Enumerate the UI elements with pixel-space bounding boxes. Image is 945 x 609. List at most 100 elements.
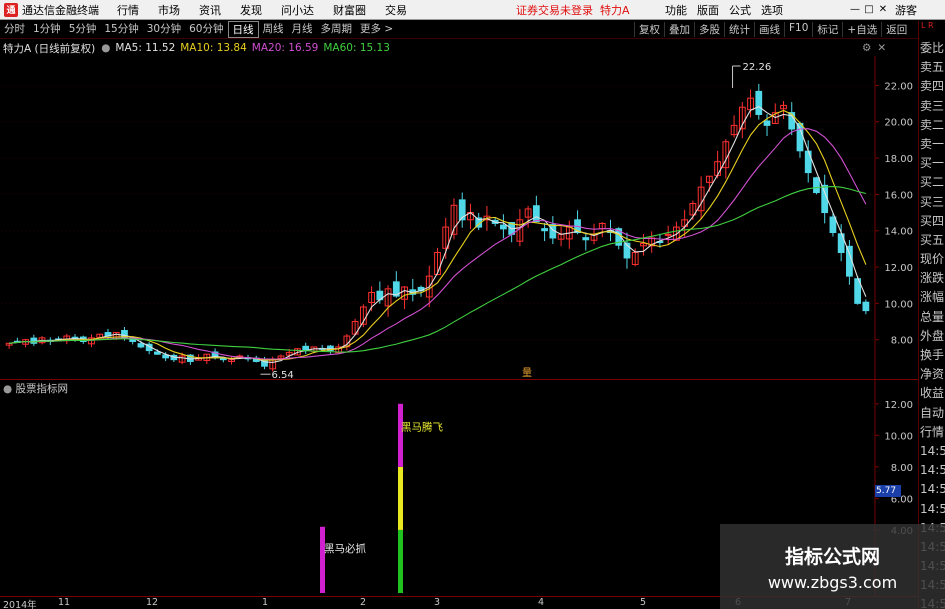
candle-body	[664, 233, 672, 236]
signal-bar-segment	[398, 529, 403, 593]
quote-field-item[interactable]: 14:50	[919, 480, 945, 499]
tool-statistics[interactable]: 统计	[724, 22, 754, 37]
quote-field-item[interactable]: 14:50	[919, 500, 945, 519]
kline-ma-lines	[9, 105, 867, 363]
signal-bar-segment	[320, 526, 325, 593]
menu-item-ask[interactable]: 问小达	[281, 2, 314, 18]
time-tick: 2	[360, 597, 367, 608]
note-marker: 量	[522, 367, 532, 379]
quote-field-item[interactable]: 收益	[919, 384, 945, 403]
guest-login[interactable]: 游客	[895, 2, 917, 18]
tool-draw-line[interactable]: 画线	[754, 22, 784, 37]
window-controls: — □ ✕	[848, 4, 890, 15]
menu-item-wealth[interactable]: 财富圈	[333, 2, 366, 18]
quote-field-item[interactable]: 买三	[919, 193, 945, 212]
quote-field-item[interactable]: 行情	[919, 423, 945, 442]
candle-body	[541, 228, 548, 232]
signal-bar-segment	[398, 466, 403, 530]
period-tab-intraday[interactable]: 分时	[0, 21, 29, 38]
tool-back[interactable]: 返回	[881, 22, 911, 37]
menu-item-news[interactable]: 资讯	[199, 2, 221, 18]
period-tab-15min[interactable]: 15分钟	[100, 21, 142, 38]
quote-field-item[interactable]: 14:50	[919, 442, 945, 461]
close-icon[interactable]: ✕	[876, 4, 890, 15]
quote-field-item[interactable]: 卖五	[919, 58, 945, 77]
kline-annotations: 22.26 6.54 量	[260, 62, 771, 380]
candle-body	[500, 224, 507, 230]
minimize-icon[interactable]: —	[848, 4, 862, 15]
tool-multi-stock[interactable]: 多股	[694, 22, 724, 37]
app-name: 通达信金融终端	[22, 3, 99, 17]
period-tab-5min[interactable]: 5分钟	[65, 21, 101, 38]
candle-body	[532, 205, 540, 223]
menu-item-market[interactable]: 市场	[158, 2, 180, 18]
close-chart-icon[interactable]: ✕	[877, 42, 886, 54]
login-status: 证券交易未登录 特力A	[516, 3, 630, 17]
quote-field-item[interactable]: 14:50	[919, 461, 945, 480]
settings-gear-icon[interactable]: ⚙	[862, 42, 871, 54]
period-tab-1min[interactable]: 1分钟	[29, 21, 65, 38]
candle-body	[582, 237, 590, 241]
menu-item-formula[interactable]: 公式	[729, 2, 751, 18]
quote-field-item[interactable]: 涨幅	[919, 288, 945, 307]
time-tick: 12	[146, 597, 159, 608]
quote-field-item[interactable]: 卖二	[919, 116, 945, 135]
quote-field-item[interactable]: 外盘	[919, 327, 945, 346]
period-tab-60min[interactable]: 60分钟	[185, 21, 227, 38]
time-tick: 1	[262, 597, 269, 608]
menu-item-options[interactable]: 选项	[761, 2, 783, 18]
candle-body	[813, 177, 820, 194]
period-tab-monthly[interactable]: 月线	[288, 21, 317, 38]
tool-f10[interactable]: F10	[784, 22, 812, 37]
maximize-icon[interactable]: □	[862, 4, 876, 15]
tool-restore-rights[interactable]: 复权	[634, 22, 664, 37]
menu-item-layout[interactable]: 版面	[697, 2, 719, 18]
quote-field-item[interactable]: 卖四	[919, 77, 945, 96]
sub-y-tick-label: 12.00	[884, 400, 913, 411]
period-tab-more[interactable]: 更多 >	[356, 21, 397, 38]
period-tab-30min[interactable]: 30分钟	[143, 21, 185, 38]
watermark-url: www.zbgs3.com	[767, 573, 898, 592]
period-tab-weekly[interactable]: 周线	[259, 21, 288, 38]
title-bar: 通 通达信金融终端 行情 市场 资讯 发现 问小达 财富圈 交易 证券交易未登录…	[0, 0, 945, 20]
quote-field-item[interactable]: 换手	[919, 346, 945, 365]
menu-item-function[interactable]: 功能	[665, 2, 687, 18]
ma20-label: MA20: 16.59	[251, 42, 319, 54]
quote-field-item[interactable]: 委比	[919, 39, 945, 58]
period-tab-multi[interactable]: 多周期	[317, 21, 357, 38]
watermark-title: 指标公式网	[784, 546, 880, 568]
signal-bar-segment	[398, 403, 403, 467]
watermark: 指标公式网 www.zbgs3.com	[720, 524, 945, 609]
chart-info-bar: 特力A (日线前复权) ● MA5: 11.52 MA10: 13.84 MA2…	[0, 40, 918, 56]
menu-item-quotes[interactable]: 行情	[117, 2, 139, 18]
y-tick-label: 10.00	[884, 299, 913, 310]
app-logo-icon: 通	[4, 2, 18, 17]
quote-field-item[interactable]: 现价	[919, 250, 945, 269]
y-tick-label: 20.00	[884, 118, 913, 129]
kline-chart: 22.0020.0018.0016.0014.0012.0010.008.00 …	[0, 56, 918, 380]
quote-field-item[interactable]: 总量	[919, 308, 945, 327]
ma5-label: MA5: 11.52	[115, 42, 176, 54]
quote-field-item[interactable]: 涨跌	[919, 269, 945, 288]
stock-title: 特力A	[600, 3, 630, 17]
quote-field-item[interactable]: 买四	[919, 212, 945, 231]
menu-item-discover[interactable]: 发现	[240, 2, 262, 18]
tool-mark[interactable]: 标记	[812, 22, 842, 37]
quote-field-item[interactable]: 净资	[919, 365, 945, 384]
menu-item-trade[interactable]: 交易	[385, 2, 407, 18]
quote-field-item[interactable]: 自动	[919, 404, 945, 423]
quote-field-item[interactable]: 买一	[919, 154, 945, 173]
quote-field-item[interactable]: 卖一	[919, 135, 945, 154]
time-tick: 3	[434, 597, 441, 608]
period-tab-daily[interactable]: 日线	[227, 21, 259, 38]
quote-field-item[interactable]: 买五	[919, 231, 945, 250]
candle-body	[154, 351, 161, 355]
tool-overlay[interactable]: 叠加	[664, 22, 694, 37]
candle-body	[846, 245, 853, 277]
quote-field-item[interactable]: 买二	[919, 173, 945, 192]
y-tick-label: 18.00	[884, 154, 913, 165]
tool-add-watchlist[interactable]: +自选	[842, 22, 881, 37]
quote-field-item[interactable]: 卖三	[919, 97, 945, 116]
y-tick-label: 16.00	[884, 190, 913, 201]
chart-tools: 复权 叠加 多股 统计 画线 F10 标记 +自选 返回	[634, 22, 911, 37]
